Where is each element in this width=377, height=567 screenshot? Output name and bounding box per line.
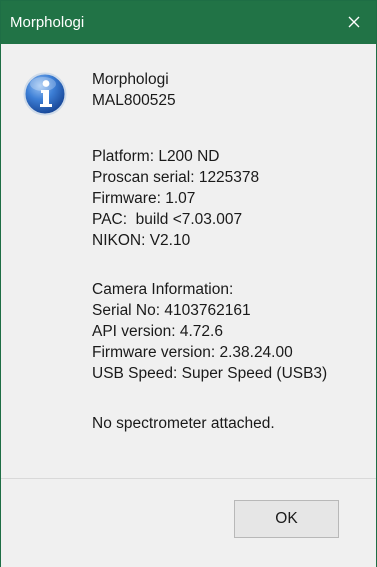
product-serial: MAL800525 xyxy=(92,92,176,109)
nikon-info: NIKON: V2.10 xyxy=(92,232,191,249)
product-name: Morphologi xyxy=(92,71,169,88)
spectrometer-status: No spectrometer attached. xyxy=(92,415,275,432)
window-title: Morphologi xyxy=(10,14,85,31)
button-bar: OK xyxy=(1,478,376,567)
pac-build-info: PAC: build <7.03.007 xyxy=(92,211,243,228)
title-bar[interactable]: Morphologi xyxy=(1,1,376,44)
camera-info-heading: Camera Information: xyxy=(92,281,234,298)
info-icon xyxy=(23,72,67,116)
platform-info: Platform: L200 ND xyxy=(92,148,220,165)
firmware-info: Firmware: 1.07 xyxy=(92,190,196,207)
about-dialog: Morphologi Morphologi MAL800525 Platform… xyxy=(0,0,377,567)
proscan-serial-info: Proscan serial: 1225378 xyxy=(92,169,260,186)
dialog-body: Morphologi MAL800525 Platform: L200 ND P… xyxy=(1,44,376,478)
camera-firmware-info: Firmware version: 2.38.24.00 xyxy=(92,344,293,361)
api-version-info: API version: 4.72.6 xyxy=(92,323,223,340)
close-button[interactable] xyxy=(332,1,376,44)
ok-button[interactable]: OK xyxy=(234,500,339,538)
camera-serial-info: Serial No: 4103762161 xyxy=(92,302,251,319)
close-icon xyxy=(348,16,360,28)
usb-speed-info: USB Speed: Super Speed (USB3) xyxy=(92,365,328,382)
